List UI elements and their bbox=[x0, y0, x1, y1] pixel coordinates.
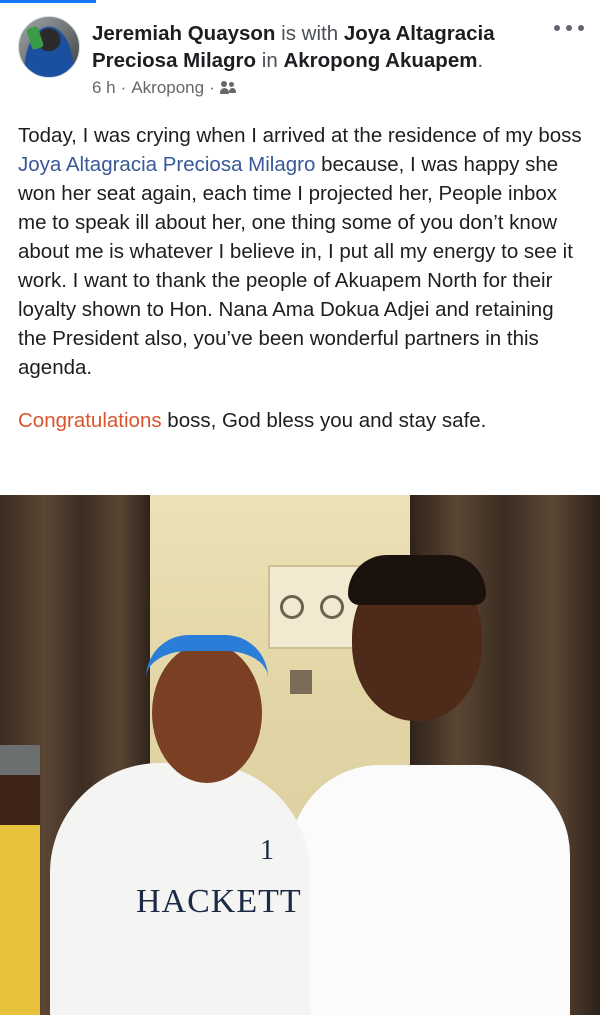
more-options-icon[interactable] bbox=[554, 18, 584, 38]
post-paragraph-1: Today, I was crying when I arrived at th… bbox=[18, 121, 586, 382]
paragraph-2-end: boss, God bless you and stay safe. bbox=[161, 409, 487, 432]
congratulations-highlight: Congratulations bbox=[18, 409, 162, 432]
background-person bbox=[0, 745, 40, 1015]
avatar[interactable] bbox=[18, 16, 80, 78]
meta-separator: · bbox=[120, 78, 127, 97]
top-indicator bbox=[0, 0, 96, 3]
title-period: . bbox=[477, 49, 484, 72]
man-in-white-shirt bbox=[290, 555, 570, 1015]
post-header: Jeremiah Quayson is with Joya Altagracia… bbox=[14, 12, 586, 104]
mention-link[interactable]: Joya Altagracia Preciosa Milagro bbox=[18, 153, 315, 176]
post-time[interactable]: 6 h bbox=[92, 78, 116, 98]
paragraph-1-start: Today, I was crying when I arrived at th… bbox=[18, 124, 582, 147]
shirt-number: 1 bbox=[260, 835, 274, 866]
post-title: Jeremiah Quayson is with Joya Altagracia… bbox=[92, 20, 547, 74]
meta-separator-2: · bbox=[209, 78, 215, 97]
paragraph-1-end: because, I was happy she won her seat ag… bbox=[18, 153, 573, 379]
in-text: in bbox=[261, 49, 278, 72]
shirt-brand-text: HACKETT bbox=[136, 883, 302, 920]
with-text: is with bbox=[281, 22, 339, 45]
post-location[interactable]: Akropong bbox=[131, 78, 204, 98]
friends-icon[interactable] bbox=[219, 81, 236, 95]
place-name[interactable]: Akropong Akuapem bbox=[283, 49, 477, 72]
post-body: Today, I was crying when I arrived at th… bbox=[18, 121, 586, 435]
author-name[interactable]: Jeremiah Quayson bbox=[92, 22, 275, 45]
post-meta: 6 h · Akropong · bbox=[92, 78, 236, 98]
post-photo[interactable]: 1 HACKETT bbox=[0, 495, 600, 1015]
post-paragraph-2: Congratulations boss, God bless you and … bbox=[18, 406, 586, 435]
facebook-post: Jeremiah Quayson is with Joya Altagracia… bbox=[0, 0, 600, 1015]
woman-in-polo: 1 HACKETT bbox=[40, 573, 310, 1015]
